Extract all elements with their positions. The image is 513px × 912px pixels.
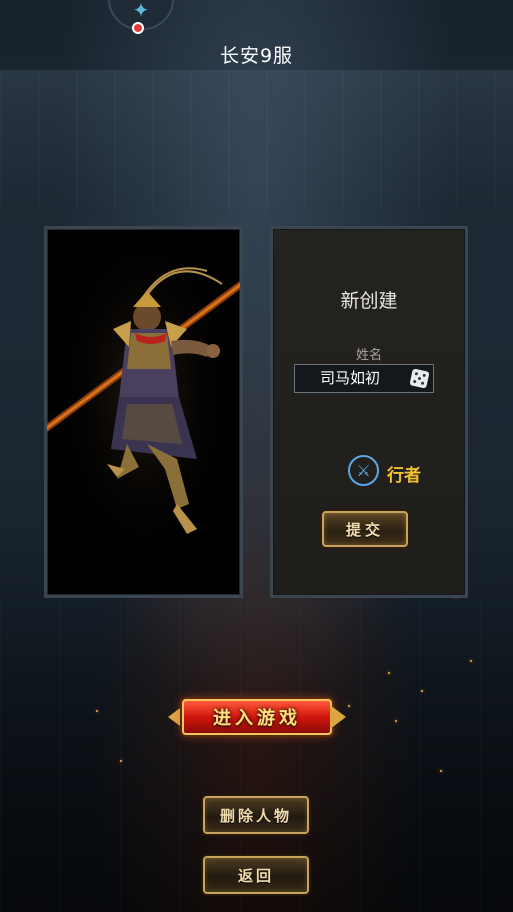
dice-icon[interactable] — [409, 368, 430, 389]
enter-game-button[interactable]: 进入游戏 — [168, 697, 346, 737]
notification-dot — [132, 22, 144, 34]
monkey-king-warrior-portrait — [47, 229, 240, 595]
delete-character-button[interactable]: 删除人物 — [203, 796, 309, 834]
name-label: 姓名 — [355, 348, 382, 363]
submit-button[interactable]: 提交 — [322, 511, 408, 547]
background-architecture — [0, 70, 513, 210]
wing-ornament-right — [330, 705, 346, 729]
panel-title: 新创建 — [340, 290, 398, 312]
character-portrait-panel — [44, 226, 243, 598]
name-input[interactable]: 司马如初 — [294, 364, 434, 393]
name-value: 司马如初 — [320, 369, 381, 387]
server-name: 长安9服 — [219, 45, 294, 67]
class-name[interactable]: 行者 — [387, 461, 421, 486]
create-character-panel: 新创建 姓名 司马如初 ⚔ 行者 提交 — [270, 226, 468, 598]
enter-game-label: 进入游戏 — [213, 708, 301, 729]
back-button[interactable]: 返回 — [203, 856, 309, 894]
bird-icon: ✦ — [132, 0, 150, 22]
player-avatar-badge[interactable]: ✦ — [108, 0, 174, 34]
sword-icon[interactable]: ⚔ — [348, 455, 379, 486]
